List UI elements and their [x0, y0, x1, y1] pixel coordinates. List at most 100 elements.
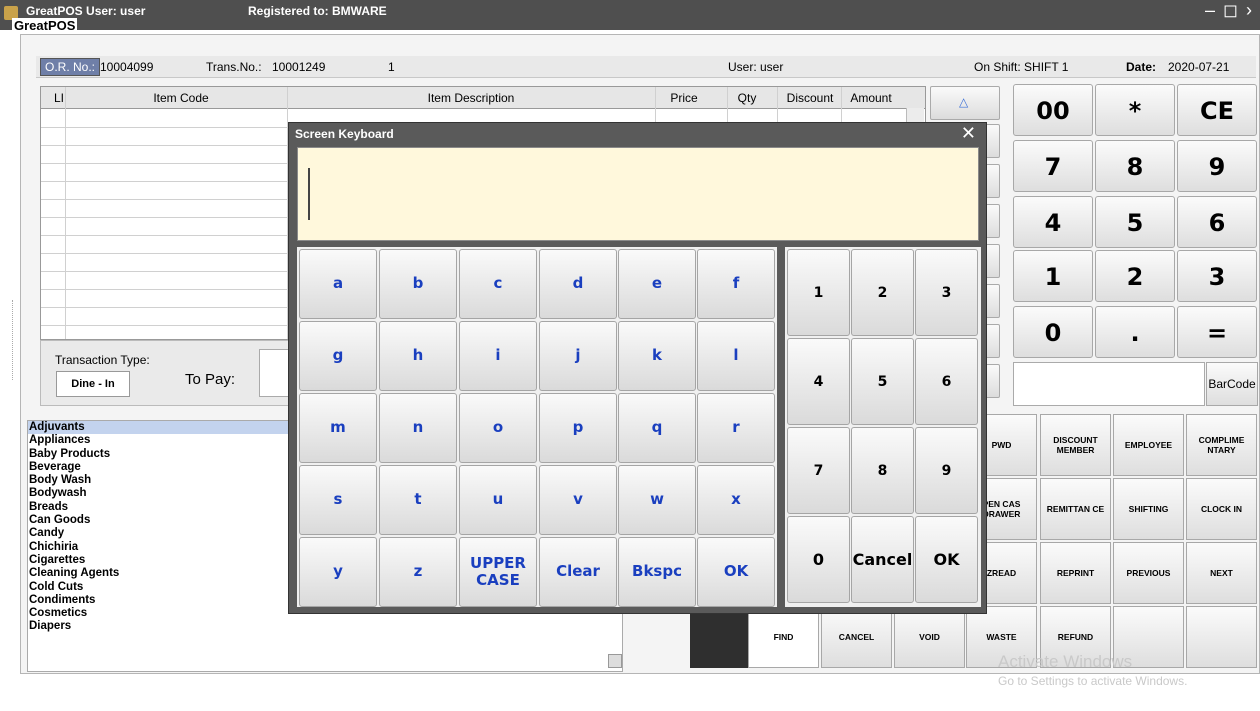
key-8[interactable]: 8 — [1095, 140, 1175, 192]
ok-button[interactable]: OK — [697, 537, 775, 607]
employee-button[interactable]: EMPLOYEE — [1113, 414, 1184, 476]
category-scroll-down-icon[interactable] — [608, 654, 622, 668]
key-n[interactable]: n — [379, 393, 457, 463]
discount-member-button[interactable]: DISCOUNT MEMBER — [1040, 414, 1111, 476]
key-d[interactable]: d — [539, 249, 617, 319]
key-w[interactable]: w — [618, 465, 696, 535]
clock-in-button[interactable]: CLOCK IN — [1186, 478, 1257, 540]
key-u[interactable]: u — [459, 465, 537, 535]
shift-info: On Shift: SHIFT 1 — [974, 60, 1069, 74]
key-multiply[interactable]: * — [1095, 84, 1175, 136]
ok-key[interactable]: OK — [915, 516, 978, 603]
cancel-key[interactable]: Cancel — [851, 516, 914, 603]
key-h[interactable]: h — [379, 321, 457, 391]
close-window-icon[interactable]: › — [1246, 0, 1260, 20]
upper-case-button[interactable]: UPPER CASE — [459, 537, 537, 607]
key-m[interactable]: m — [299, 393, 377, 463]
window-controls[interactable]: –◻› — [1205, 0, 1260, 21]
key-4[interactable]: 4 — [1013, 196, 1093, 248]
key-o[interactable]: o — [459, 393, 537, 463]
key-t[interactable]: t — [379, 465, 457, 535]
clear-button[interactable]: Clear — [539, 537, 617, 607]
remittance-button[interactable]: REMITTAN CE — [1040, 478, 1111, 540]
or-value: 10004099 — [100, 60, 154, 74]
key-p[interactable]: p — [539, 393, 617, 463]
keyboard-title: Screen Keyboard — [295, 127, 394, 141]
key-5[interactable]: 5 — [1095, 196, 1175, 248]
previous-button[interactable]: PREVIOUS — [1113, 542, 1184, 604]
reprint-button[interactable]: REPRINT — [1040, 542, 1111, 604]
blank-button[interactable] — [1186, 606, 1257, 668]
col-amount: Amount — [850, 91, 892, 105]
number-keys: 1 2 3 4 5 6 7 8 9 0 Cancel OK — [785, 247, 981, 607]
key-e[interactable]: e — [618, 249, 696, 319]
key-3[interactable]: 3 — [1177, 250, 1257, 302]
key-2[interactable]: 2 — [1095, 250, 1175, 302]
key-s[interactable]: s — [299, 465, 377, 535]
title-app-user: GreatPOS User: user — [26, 4, 145, 18]
scroll-up-button[interactable]: △ — [930, 86, 1000, 120]
shifting-button[interactable]: SHIFTING — [1113, 478, 1184, 540]
key-8[interactable]: 8 — [851, 427, 914, 514]
key-r[interactable]: r — [697, 393, 775, 463]
backspace-button[interactable]: Bkspc — [618, 537, 696, 607]
key-00[interactable]: 00 — [1013, 84, 1093, 136]
grid-header: LI Item Code Item Description Price Qty … — [41, 87, 925, 109]
key-7[interactable]: 7 — [1013, 140, 1093, 192]
key-7[interactable]: 7 — [787, 427, 850, 514]
barcode-input[interactable] — [1013, 362, 1205, 406]
find-button[interactable]: FIND — [748, 606, 819, 668]
key-0[interactable]: 0 — [787, 516, 850, 603]
key-g[interactable]: g — [299, 321, 377, 391]
panel-block — [690, 606, 748, 668]
key-6[interactable]: 6 — [1177, 196, 1257, 248]
key-ce[interactable]: CE — [1177, 84, 1257, 136]
key-5[interactable]: 5 — [851, 338, 914, 425]
complimentary-button[interactable]: COMPLIME NTARY — [1186, 414, 1257, 476]
keyboard-text-input[interactable] — [297, 147, 979, 241]
maximize-icon[interactable]: ◻ — [1223, 0, 1246, 20]
key-decimal[interactable]: . — [1095, 306, 1175, 358]
dine-in-button[interactable]: Dine - In — [56, 371, 130, 397]
user-info: User: user — [728, 60, 784, 74]
minimize-icon[interactable]: – — [1205, 0, 1223, 20]
date-value: 2020-07-21 — [1168, 60, 1230, 74]
key-equals[interactable]: = — [1177, 306, 1257, 358]
void-button[interactable]: VOID — [894, 606, 965, 668]
trans-value: 10001249 — [272, 60, 326, 74]
close-icon[interactable]: ✕ — [961, 123, 976, 144]
key-9[interactable]: 9 — [915, 427, 978, 514]
key-x[interactable]: x — [697, 465, 775, 535]
next-button[interactable]: NEXT — [1186, 542, 1257, 604]
key-3[interactable]: 3 — [915, 249, 978, 336]
cancel-button[interactable]: CANCEL — [821, 606, 892, 668]
key-f[interactable]: f — [697, 249, 775, 319]
key-z[interactable]: z — [379, 537, 457, 607]
key-4[interactable]: 4 — [787, 338, 850, 425]
key-6[interactable]: 6 — [915, 338, 978, 425]
splitter-grip[interactable] — [12, 300, 18, 380]
key-c[interactable]: c — [459, 249, 537, 319]
key-1[interactable]: 1 — [787, 249, 850, 336]
key-b[interactable]: b — [379, 249, 457, 319]
key-i[interactable]: i — [459, 321, 537, 391]
col-discount: Discount — [786, 91, 834, 105]
barcode-button[interactable]: BarCode — [1206, 362, 1258, 406]
key-9[interactable]: 9 — [1177, 140, 1257, 192]
key-q[interactable]: q — [618, 393, 696, 463]
key-2[interactable]: 2 — [851, 249, 914, 336]
to-pay-label: To Pay: — [185, 371, 236, 388]
key-a[interactable]: a — [299, 249, 377, 319]
key-1[interactable]: 1 — [1013, 250, 1093, 302]
list-item[interactable]: Diapers — [28, 620, 622, 633]
key-0[interactable]: 0 — [1013, 306, 1093, 358]
list-item[interactable]: Adjuvants — [28, 421, 296, 435]
watermark-subtitle: Go to Settings to activate Windows. — [998, 674, 1188, 688]
key-j[interactable]: j — [539, 321, 617, 391]
col-li: LI — [53, 91, 64, 105]
key-l[interactable]: l — [697, 321, 775, 391]
key-k[interactable]: k — [618, 321, 696, 391]
trans-label: Trans.No.: — [206, 60, 262, 74]
key-v[interactable]: v — [539, 465, 617, 535]
key-y[interactable]: y — [299, 537, 377, 607]
